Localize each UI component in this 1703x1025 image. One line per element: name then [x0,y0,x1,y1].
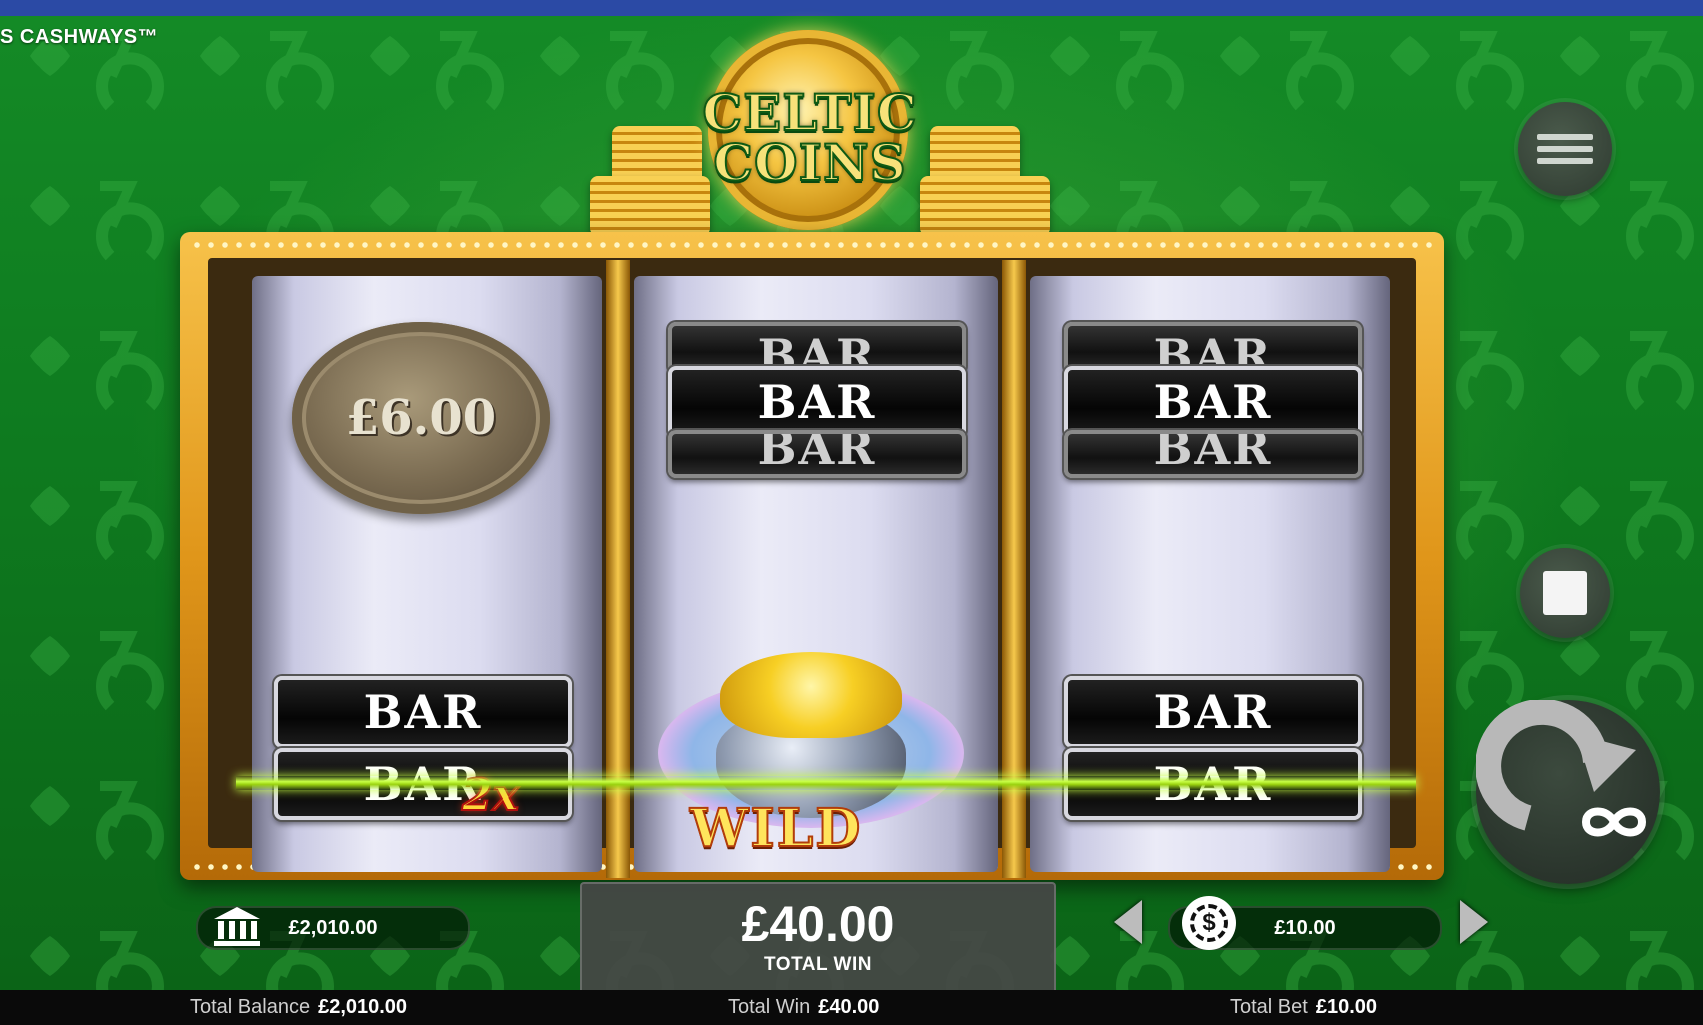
status-win-label: Total Win [728,996,811,1018]
bar-symbol: BAR [668,366,966,438]
bar-symbol: BAR [1064,366,1362,438]
logo-line-1: CELTIC [701,83,918,142]
cash-coin-symbol: £6.00 [292,322,550,514]
status-balance-value: £2,010.00 [318,996,408,1018]
bet-chip-icon: $ [1182,896,1236,950]
top-bar [0,0,1703,16]
frame-lights-top [190,240,1434,250]
autospin-infinity-icon [1475,698,1647,837]
bank-icon [214,907,260,946]
bar-symbol: BAR [668,430,966,478]
status-win: Total Win £40.00 [728,990,879,1025]
bet-pill-value: £10.00 [1274,916,1336,939]
status-bet: Total Bet £10.00 [1230,990,1377,1025]
total-win-label: TOTAL WIN [764,954,872,975]
bar-symbol: BAR [274,676,572,748]
total-win-panel: £40.00 TOTAL WIN [580,882,1056,992]
pot-gold-coins [720,652,902,738]
game-logo: CELTIC COINS [680,83,940,192]
status-win-value: £40.00 [818,996,880,1018]
bar-symbol: BAR [1064,676,1362,748]
increase-bet-arrow-icon[interactable] [1460,900,1488,944]
status-balance-label: Total Balance [190,996,311,1018]
autospin-button[interactable] [1475,698,1660,884]
decrease-bet-arrow-icon[interactable] [1114,900,1142,944]
logo-line-2: COINS [712,133,907,192]
balance-pill-value: £2,010.00 [288,916,378,939]
status-bar: Total Balance £2,010.00 Total Win £40.00 T… [0,990,1703,1025]
wild-label: WILD [689,797,863,860]
cash-coin-value: £6.00 [345,390,497,446]
stop-square-icon [1543,571,1587,615]
status-balance: Total Balance £2,010.00 [190,990,407,1025]
win-line [236,776,1416,790]
hamburger-menu-icon [1537,128,1593,170]
status-bet-value: £10.00 [1315,996,1377,1018]
total-win-amount: £40.00 [741,896,895,952]
stop-button[interactable] [1520,548,1610,638]
game-title: S CASHWAYS™ [0,26,159,48]
status-bet-label: Total Bet [1230,996,1308,1018]
bar-symbol: BAR [1064,430,1362,478]
menu-button[interactable] [1518,102,1612,196]
